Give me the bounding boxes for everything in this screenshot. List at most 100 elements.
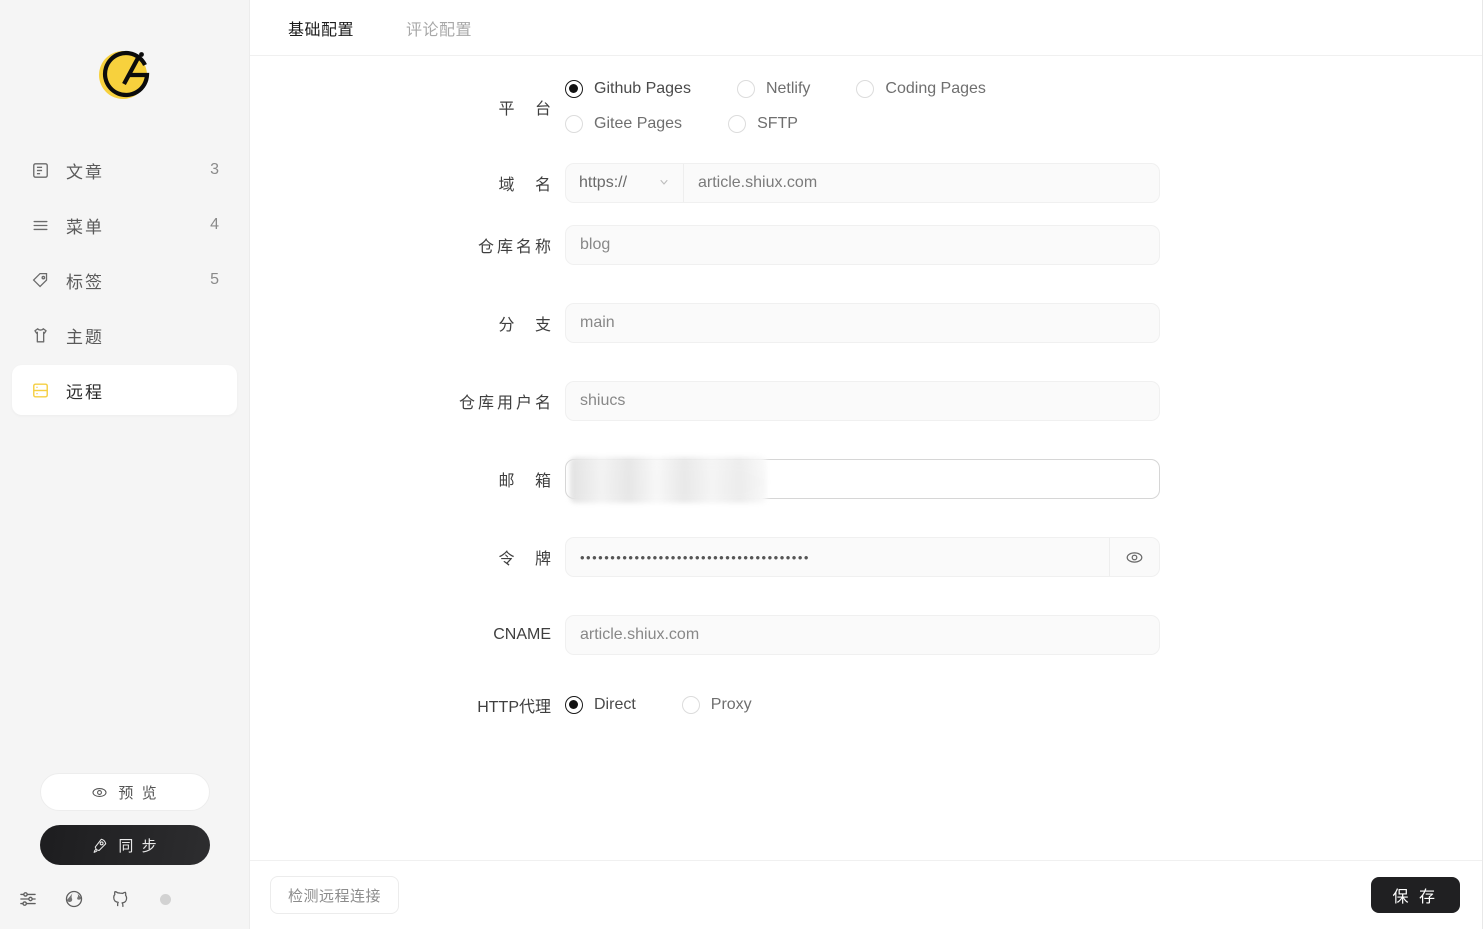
radio-dot-icon	[728, 115, 747, 133]
globe-icon[interactable]	[62, 887, 86, 911]
tag-icon	[30, 270, 50, 290]
form-row-domain: 域 名 https:// article.shiux.com	[250, 163, 1482, 203]
sidebar-item-articles[interactable]: 文章 3	[12, 145, 237, 195]
save-button[interactable]: 保 存	[1370, 877, 1460, 913]
sidebar-item-label: 菜单	[66, 217, 104, 237]
domain-input-group: https:// article.shiux.com	[565, 163, 1160, 203]
github-icon[interactable]	[108, 887, 132, 911]
domain-label: 域 名	[498, 177, 559, 194]
theme-icon	[30, 325, 50, 345]
sync-button-label: 同 步	[118, 837, 159, 855]
test-remote-connection-button[interactable]: 检测远程连接	[270, 876, 400, 914]
email-input[interactable]	[565, 457, 1160, 503]
sync-button[interactable]: 同 步	[40, 825, 210, 865]
settings-form: 平 台 Github Pages Netlify Coding Pages Gi…	[250, 56, 1482, 860]
preview-button-label: 预 览	[118, 784, 159, 802]
radio-label: SFTP	[757, 115, 798, 132]
radio-dot-icon	[565, 696, 583, 714]
sidebar: 文章 3 菜单 4 标签 5 主题 远程 预 览 同 步	[0, 0, 250, 929]
sidebar-item-remote[interactable]: 远程	[12, 365, 237, 415]
main-panel: 基础配置 评论配置 平 台 Github Pages Netlify Codin…	[250, 0, 1482, 929]
branch-label: 分 支	[498, 317, 559, 334]
eye-icon	[91, 784, 108, 801]
sidebar-item-label: 文章	[66, 162, 104, 182]
rocket-icon	[91, 837, 108, 854]
gridea-logo	[94, 42, 156, 104]
username-input[interactable]: shiucs	[565, 381, 1160, 421]
platform-radio-group-row2: Gitee Pages SFTP	[565, 115, 1160, 133]
username-field-wrap: shiucs	[565, 381, 1160, 421]
email-field-wrap	[565, 457, 1160, 503]
proxy-options: Direct Proxy	[565, 696, 1160, 714]
menu-icon	[30, 215, 50, 235]
cname-label: CNAME	[493, 626, 551, 643]
logo-container	[0, 0, 249, 145]
form-row-token: 令 牌 ••••••••••••••••••••••••••••••••••••…	[250, 537, 1482, 577]
radio-dot-icon	[565, 115, 583, 133]
radio-dot-icon	[565, 80, 583, 98]
form-row-platform: 平 台 Github Pages Netlify Coding Pages Gi…	[250, 80, 1482, 133]
preview-button[interactable]: 预 览	[40, 773, 210, 811]
settings-sliders-icon[interactable]	[16, 887, 40, 911]
radio-coding-pages[interactable]: Coding Pages	[856, 80, 986, 98]
form-row-username: 仓库用户名 shiucs	[250, 381, 1482, 421]
branch-field-wrap: main	[565, 303, 1160, 343]
radio-dot-icon	[736, 80, 755, 98]
sidebar-item-label: 标签	[66, 272, 104, 292]
cname-field-wrap: article.shiux.com	[565, 615, 1160, 655]
sidebar-item-label: 远程	[66, 382, 104, 402]
token-input[interactable]: ••••••••••••••••••••••••••••••••••••••	[566, 550, 1109, 565]
sidebar-item-count: 4	[210, 216, 219, 233]
radio-dot-icon	[856, 80, 875, 98]
form-row-proxy: HTTP代理 Direct Proxy	[250, 693, 1482, 717]
radio-label: Netlify	[765, 80, 811, 97]
email-label: 邮 箱	[498, 473, 559, 490]
proxy-label: HTTP代理	[477, 699, 551, 716]
radio-netlify[interactable]: Netlify	[736, 80, 811, 98]
radio-github-pages[interactable]: Github Pages	[565, 80, 691, 98]
domain-field-wrap: https:// article.shiux.com	[565, 163, 1160, 203]
domain-input[interactable]: article.shiux.com	[684, 164, 1159, 202]
token-label: 令 牌	[498, 551, 559, 568]
token-field-wrap: ••••••••••••••••••••••••••••••••••••••	[565, 537, 1160, 577]
sidebar-icon-row	[12, 887, 209, 929]
radio-label: Proxy	[710, 696, 752, 713]
branch-input[interactable]: main	[565, 303, 1160, 343]
radio-label: Github Pages	[594, 80, 691, 97]
eye-icon[interactable]	[1109, 538, 1159, 576]
status-dot-icon	[160, 893, 171, 905]
sidebar-item-menu[interactable]: 菜单 4	[12, 200, 237, 250]
tab-comment-config[interactable]: 评论配置	[406, 16, 472, 40]
footer-bar: 检测远程连接 保 存	[250, 860, 1482, 929]
form-row-branch: 分 支 main	[250, 303, 1482, 343]
username-label: 仓库用户名	[458, 395, 554, 412]
repository-label: 仓库名称	[477, 239, 554, 256]
radio-label: Gitee Pages	[594, 115, 683, 132]
server-icon	[30, 380, 50, 400]
platform-radio-group-row1: Github Pages Netlify Coding Pages	[565, 80, 1160, 98]
form-row-email: 邮 箱	[250, 457, 1482, 503]
radio-direct[interactable]: Direct	[565, 696, 636, 714]
platform-label: 平 台	[498, 100, 559, 118]
radio-proxy[interactable]: Proxy	[681, 696, 752, 714]
app-window: 文章 3 菜单 4 标签 5 主题 远程 预 览 同 步 基础配置 评论配置 平…	[0, 0, 1483, 929]
platform-options: Github Pages Netlify Coding Pages Gitee …	[565, 80, 1160, 133]
repository-field-wrap: blog	[565, 225, 1160, 265]
sidebar-bottom: 预 览 同 步	[0, 773, 249, 929]
protocol-value: https://	[579, 174, 628, 191]
form-row-repository: 仓库名称 blog	[250, 225, 1482, 265]
tab-basic-config[interactable]: 基础配置	[288, 16, 354, 40]
radio-sftp[interactable]: SFTP	[728, 115, 798, 133]
cname-input[interactable]: article.shiux.com	[565, 615, 1160, 655]
tab-bar: 基础配置 评论配置	[250, 0, 1482, 56]
form-row-cname: CNAME article.shiux.com	[250, 615, 1482, 655]
sidebar-item-theme[interactable]: 主题	[12, 310, 237, 360]
sidebar-item-label: 主题	[66, 327, 104, 347]
radio-label: Direct	[594, 696, 636, 713]
sidebar-item-tags[interactable]: 标签 5	[12, 255, 237, 305]
sidebar-item-count: 3	[210, 161, 219, 178]
repository-input[interactable]: blog	[565, 225, 1160, 265]
radio-gitee-pages[interactable]: Gitee Pages	[565, 115, 682, 133]
protocol-select[interactable]: https://	[566, 164, 684, 202]
token-input-group: ••••••••••••••••••••••••••••••••••••••	[565, 537, 1160, 577]
